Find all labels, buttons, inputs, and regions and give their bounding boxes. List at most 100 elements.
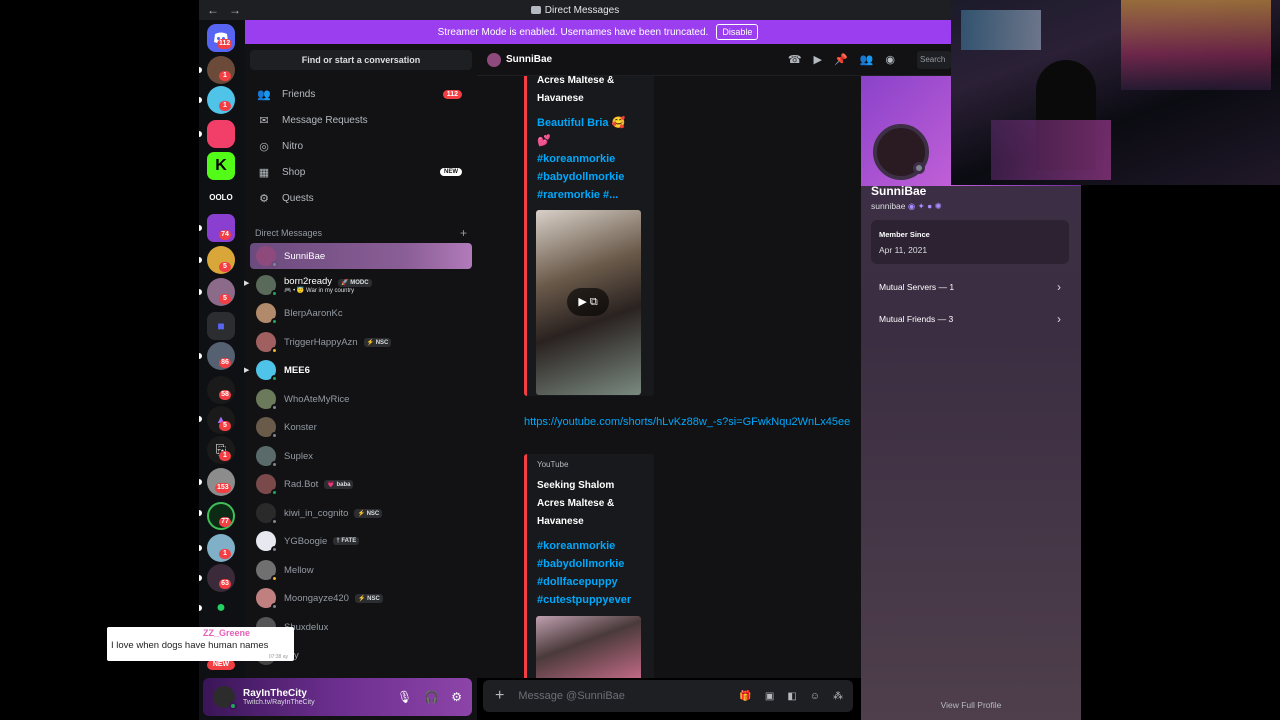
nav-label: Quests — [282, 192, 314, 204]
nav-nitro[interactable]: ◎ Nitro — [250, 134, 472, 158]
mutual-servers-row[interactable]: Mutual Servers — 1 › — [871, 272, 1069, 302]
new-badge: NEW — [207, 660, 235, 670]
dm-item[interactable]: kiwi_in_cognito ⚡ NSC — [250, 500, 472, 526]
server-icon[interactable]: ● — [207, 594, 235, 622]
message-composer[interactable]: + Message @SunniBae 🎁 ▣ ◧ ☺ ⁂ — [483, 680, 853, 712]
avatar — [256, 531, 278, 553]
message-input[interactable]: Message @SunniBae — [518, 690, 625, 702]
avatar — [256, 503, 278, 525]
window-titlebar: ← → Direct Messages — [199, 0, 951, 20]
video-thumbnail[interactable]: ▶ ⧉ — [536, 210, 641, 395]
dm-name: kiwi_in_cognito — [284, 507, 349, 519]
dm-name: born2ready — [284, 276, 333, 287]
headphones-icon[interactable]: 🎧 — [424, 690, 439, 704]
profile-avatar[interactable] — [873, 124, 929, 180]
server-badge: 74 — [219, 230, 231, 240]
chat-overlay-message: I love when dogs have human names — [111, 640, 269, 651]
dm-item[interactable]: YGBoogie † FATE — [250, 528, 472, 554]
dm-item[interactable]: Mellow — [250, 557, 472, 583]
pin-icon[interactable]: 📌 — [834, 53, 848, 66]
dm-name: Moongayze420 — [284, 592, 349, 604]
inbox-icon: ✉ — [259, 114, 269, 127]
folder-icon[interactable]: ■ — [207, 312, 235, 340]
gift-icon[interactable]: 🎁 — [739, 691, 751, 702]
add-friends-icon[interactable]: 👥 — [860, 53, 874, 66]
unread-pip — [199, 225, 202, 231]
unread-pip — [199, 575, 202, 581]
expand-arrow-icon[interactable]: ▶ — [244, 279, 249, 287]
dm-item-born2ready[interactable]: born2ready 🚀 MODC 🎮 • 😇 War in my country — [250, 272, 472, 298]
nav-quests[interactable]: ⚙ Quests — [250, 186, 472, 210]
dm-item[interactable]: BlerpAaronKc — [250, 300, 472, 326]
server-icon[interactable]: OOLO — [207, 184, 235, 212]
avatar — [256, 417, 278, 439]
nav-friends[interactable]: 👥 Friends 112 — [250, 82, 472, 106]
unread-pip — [199, 353, 202, 359]
gear-icon[interactable]: ⚙ — [451, 690, 462, 704]
embed-title: Havanese — [537, 93, 584, 104]
voice-call-icon[interactable]: ☎ — [788, 53, 802, 66]
server-icon[interactable] — [207, 120, 235, 148]
embed-provider[interactable]: YouTube — [537, 460, 644, 469]
message-link[interactable]: https://youtube.com/shorts/hLvKz88w_-s?s… — [524, 413, 850, 431]
unread-pip — [199, 257, 202, 263]
dm-item[interactable]: Rad.Bot 💗 baba — [250, 471, 472, 497]
disable-streamer-mode-button[interactable]: Disable — [716, 24, 759, 40]
avatar — [256, 332, 278, 354]
chat-overlay-time: 07:38 ay — [268, 654, 288, 660]
sticker-icon[interactable]: ◧ — [787, 691, 796, 702]
dm-name: MEE6 — [284, 364, 310, 376]
unread-pip — [199, 131, 202, 137]
find-conversation-button[interactable]: Find or start a conversation — [250, 50, 472, 70]
mutual-friends-row[interactable]: Mutual Friends — 3 › — [871, 304, 1069, 334]
nav-label: Nitro — [282, 140, 304, 152]
embed-title[interactable]: Seeking Shalom — [537, 477, 644, 495]
expand-arrow-icon[interactable]: ▶ — [244, 366, 249, 374]
server-tag: † FATE — [333, 537, 360, 545]
add-attachment-icon[interactable]: + — [495, 687, 504, 705]
embed-title[interactable]: Havanese — [537, 513, 644, 531]
dm-item[interactable]: Moongayze420 ⚡ NSC — [250, 585, 472, 611]
kick-server-icon[interactable]: K — [207, 152, 235, 180]
nav-shop[interactable]: ▦ Shop NEW — [250, 160, 472, 184]
video-call-icon[interactable]: ▶ — [814, 53, 822, 66]
avatar — [256, 389, 278, 411]
unread-pip — [199, 97, 202, 103]
gif-icon[interactable]: ▣ — [765, 691, 774, 702]
dm-item-sunnibae[interactable]: SunniBae — [250, 243, 472, 269]
user-panel: RayInTheCity Twitch.tv/RayInTheCity 🎙 🎧 … — [203, 678, 472, 716]
dm-item[interactable]: Konster — [250, 414, 472, 440]
apps-icon[interactable]: ⁂ — [833, 691, 843, 702]
unread-pip — [199, 479, 202, 485]
dm-sidebar: Find or start a conversation 👥 Friends 1… — [245, 44, 477, 720]
dm-name: YGBoogie — [284, 535, 328, 547]
nav-message-requests[interactable]: ✉ Message Requests — [250, 108, 472, 132]
unread-pip — [199, 510, 202, 516]
play-icon[interactable]: ▶ ⧉ — [567, 288, 609, 316]
server-badge: 5 — [219, 421, 231, 431]
server-tag: 🚀 MODC — [338, 279, 372, 287]
embed-description: #dollfacepuppy — [537, 576, 618, 588]
video-thumbnail[interactable] — [536, 616, 641, 678]
create-dm-icon[interactable]: + — [460, 226, 467, 240]
user-profile-icon[interactable]: ◉ — [885, 53, 895, 66]
user-status: Twitch.tv/RayInTheCity — [243, 699, 315, 706]
embed-title[interactable]: Acres Maltese & — [537, 495, 644, 513]
mutual-friends-label: Mutual Friends — 3 — [879, 314, 954, 324]
dm-item[interactable]: WhoAteMyRice — [250, 386, 472, 412]
view-full-profile-link[interactable]: View Full Profile — [861, 700, 1081, 710]
dm-item[interactable]: Suplex — [250, 443, 472, 469]
dm-item[interactable]: MEE6 — [250, 357, 472, 383]
microphone-icon[interactable]: 🎙 — [397, 690, 412, 704]
dm-item[interactable]: TriggerHappyAzn ⚡ NSC — [250, 329, 472, 355]
embed-description: #koreanmorkie — [537, 540, 616, 552]
emoji-icon[interactable]: ☺ — [810, 691, 820, 702]
search-input[interactable]: Search — [917, 50, 951, 69]
window-title-text: Direct Messages — [544, 4, 620, 16]
server-badge: 1 — [219, 101, 231, 111]
user-avatar[interactable] — [213, 686, 237, 710]
server-badge: 86 — [219, 358, 231, 368]
user-name: RayInTheCity — [243, 688, 307, 699]
avatar — [256, 446, 278, 468]
server-badge: 77 — [219, 517, 231, 527]
